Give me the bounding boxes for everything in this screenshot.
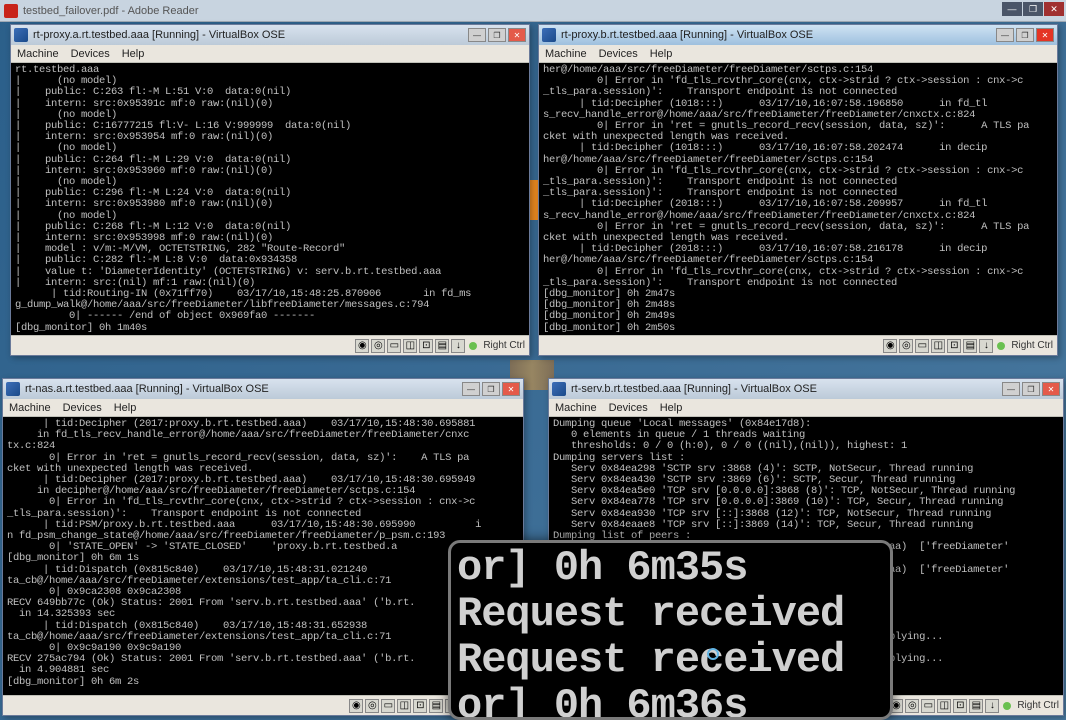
terminal-output[interactable]: rt.testbed.aaa | (no model) | public: C:… <box>11 63 529 335</box>
menu-machine[interactable]: Machine <box>555 402 597 414</box>
titlebar[interactable]: rt-nas.a.rt.testbed.aaa [Running] - Virt… <box>3 379 523 399</box>
menu-devices[interactable]: Devices <box>599 48 638 60</box>
maximize-button[interactable]: ❐ <box>488 28 506 42</box>
network-icon[interactable]: ◫ <box>937 699 951 713</box>
network-icon[interactable]: ◫ <box>931 339 945 353</box>
terminal-output[interactable]: | tid:Decipher (2017:proxy.b.rt.testbed.… <box>3 417 523 695</box>
cd-icon[interactable]: ◎ <box>905 699 919 713</box>
magnifier-content: or] 0h 6m35s Request received Request re… <box>451 543 890 720</box>
floppy-icon[interactable]: ▭ <box>915 339 929 353</box>
adobe-window-controls: — ❐ ✕ <box>1001 2 1064 16</box>
close-button[interactable]: ✕ <box>1042 382 1060 396</box>
usb-icon[interactable]: ⊡ <box>947 339 961 353</box>
titlebar[interactable]: rt-proxy.a.rt.testbed.aaa [Running] - Vi… <box>11 25 529 45</box>
floppy-icon[interactable]: ▭ <box>381 699 395 713</box>
usb-icon[interactable]: ⊡ <box>953 699 967 713</box>
vm-led <box>469 342 477 350</box>
cd-icon[interactable]: ◎ <box>899 339 913 353</box>
maximize-button[interactable]: ❐ <box>1022 382 1040 396</box>
vbox-icon <box>6 382 20 396</box>
hdd-icon[interactable]: ◉ <box>355 339 369 353</box>
floppy-icon[interactable]: ▭ <box>387 339 401 353</box>
adobe-icon <box>4 4 18 18</box>
vbox-window-nas-a: rt-nas.a.rt.testbed.aaa [Running] - Virt… <box>2 378 524 716</box>
menu-help[interactable]: Help <box>650 48 673 60</box>
mouse-icon[interactable]: ↓ <box>985 699 999 713</box>
menu-machine[interactable]: Machine <box>9 402 51 414</box>
adobe-maximize[interactable]: ❐ <box>1023 2 1043 16</box>
terminal-output[interactable]: her@/home/aaa/src/freeDiameter/freeDiame… <box>539 63 1057 335</box>
maximize-button[interactable]: ❐ <box>482 382 500 396</box>
menubar: Machine Devices Help <box>3 399 523 417</box>
minimize-button[interactable]: — <box>462 382 480 396</box>
cd-icon[interactable]: ◎ <box>371 339 385 353</box>
minimize-button[interactable]: — <box>1002 382 1020 396</box>
cursor-indicator <box>707 648 719 660</box>
shared-folder-icon[interactable]: ▤ <box>963 339 977 353</box>
floppy-icon[interactable]: ▭ <box>921 699 935 713</box>
usb-icon[interactable]: ⊡ <box>419 339 433 353</box>
window-title: rt-proxy.a.rt.testbed.aaa [Running] - Vi… <box>33 29 466 41</box>
mouse-icon[interactable]: ↓ <box>979 339 993 353</box>
vbox-window-proxy-b: rt-proxy.b.rt.testbed.aaa [Running] - Vi… <box>538 24 1058 356</box>
adobe-reader-window: testbed_failover.pdf - Adobe Reader — ❐ … <box>0 0 1066 22</box>
menu-machine[interactable]: Machine <box>17 48 59 60</box>
vbox-window-proxy-a: rt-proxy.a.rt.testbed.aaa [Running] - Vi… <box>10 24 530 356</box>
vbox-icon <box>542 28 556 42</box>
statusbar: ◉ ◎ ▭ ◫ ⊡ ▤ ↓ Right Ctrl <box>11 335 529 355</box>
adobe-title: testbed_failover.pdf - Adobe Reader <box>23 5 199 17</box>
vbox-icon <box>552 382 566 396</box>
vm-led <box>1003 702 1011 710</box>
titlebar[interactable]: rt-serv.b.rt.testbed.aaa [Running] - Vir… <box>549 379 1063 399</box>
usb-icon[interactable]: ⊡ <box>413 699 427 713</box>
close-button[interactable]: ✕ <box>1036 28 1054 42</box>
vbox-icon <box>14 28 28 42</box>
menu-devices[interactable]: Devices <box>609 402 648 414</box>
close-button[interactable]: ✕ <box>502 382 520 396</box>
shared-folder-icon[interactable]: ▤ <box>969 699 983 713</box>
menu-help[interactable]: Help <box>114 402 137 414</box>
network-icon[interactable]: ◫ <box>397 699 411 713</box>
maximize-button[interactable]: ❐ <box>1016 28 1034 42</box>
menu-help[interactable]: Help <box>122 48 145 60</box>
adobe-minimize[interactable]: — <box>1002 2 1022 16</box>
shared-folder-icon[interactable]: ▤ <box>435 339 449 353</box>
cd-icon[interactable]: ◎ <box>365 699 379 713</box>
titlebar[interactable]: rt-proxy.b.rt.testbed.aaa [Running] - Vi… <box>539 25 1057 45</box>
window-title: rt-proxy.b.rt.testbed.aaa [Running] - Vi… <box>561 29 994 41</box>
minimize-button[interactable]: — <box>468 28 486 42</box>
vm-led <box>997 342 1005 350</box>
statusbar: ◉ ◎ ▭ ◫ ⊡ ▤ ↓ Right Ctrl <box>539 335 1057 355</box>
statusbar: ◉ ◎ ▭ ◫ ⊡ ▤ ↓ Right Ctrl <box>3 695 523 715</box>
minimize-button[interactable]: — <box>996 28 1014 42</box>
host-key-label: Right Ctrl <box>1011 340 1053 351</box>
network-icon[interactable]: ◫ <box>403 339 417 353</box>
menu-machine[interactable]: Machine <box>545 48 587 60</box>
mouse-icon[interactable]: ↓ <box>451 339 465 353</box>
hdd-icon[interactable]: ◉ <box>883 339 897 353</box>
menubar: Machine Devices Help <box>549 399 1063 417</box>
menubar: Machine Devices Help <box>11 45 529 63</box>
menu-devices[interactable]: Devices <box>63 402 102 414</box>
menu-help[interactable]: Help <box>660 402 683 414</box>
window-title: rt-serv.b.rt.testbed.aaa [Running] - Vir… <box>571 383 1000 395</box>
shared-folder-icon[interactable]: ▤ <box>429 699 443 713</box>
window-title: rt-nas.a.rt.testbed.aaa [Running] - Virt… <box>25 383 460 395</box>
magnifier-overlay: or] 0h 6m35s Request received Request re… <box>448 540 893 720</box>
hdd-icon[interactable]: ◉ <box>349 699 363 713</box>
menu-devices[interactable]: Devices <box>71 48 110 60</box>
host-key-label: Right Ctrl <box>1017 700 1059 711</box>
host-key-label: Right Ctrl <box>483 340 525 351</box>
adobe-close[interactable]: ✕ <box>1044 2 1064 16</box>
close-button[interactable]: ✕ <box>508 28 526 42</box>
menubar: Machine Devices Help <box>539 45 1057 63</box>
